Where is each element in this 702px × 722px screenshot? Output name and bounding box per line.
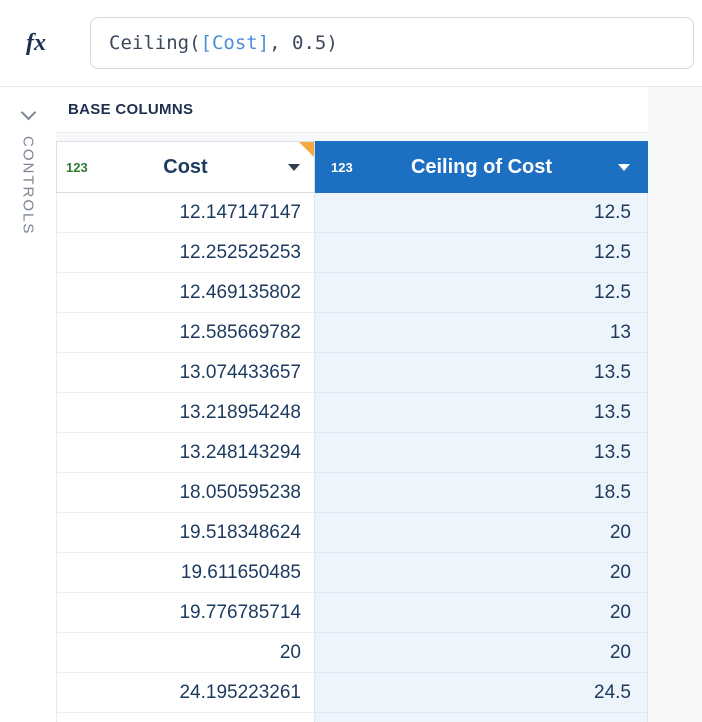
table-row: 13.074433657 13.5 xyxy=(56,353,648,393)
fx-icon: fx xyxy=(26,30,46,57)
cost-cell[interactable]: 12.147147147 xyxy=(56,193,315,233)
table-row: 20 20 xyxy=(56,633,648,673)
cost-cell[interactable]: 18.050595238 xyxy=(56,473,315,513)
table-row: 19.776785714 20 xyxy=(56,593,648,633)
column-label: Cost xyxy=(163,156,207,179)
spacer xyxy=(56,133,702,141)
cost-cell[interactable]: 12.252525253 xyxy=(56,233,315,273)
table-row: 18.050595238 18.5 xyxy=(56,473,648,513)
cost-cell[interactable]: 13.074433657 xyxy=(56,353,315,393)
ceiling-cell[interactable]: 12.5 xyxy=(315,193,648,233)
ceiling-cell[interactable]: 24.5 xyxy=(315,673,648,713)
formula-field-reference: [Cost] xyxy=(201,32,270,54)
formula-text-suffix: , 0.5) xyxy=(269,32,338,54)
column-label: Ceiling of Cost xyxy=(411,156,552,179)
column-menu-caret-icon[interactable] xyxy=(618,164,630,171)
cost-cell[interactable]: 24.195223261 xyxy=(56,673,315,713)
ceiling-cell[interactable]: 13.5 xyxy=(315,433,648,473)
formula-text-prefix: Ceiling( xyxy=(109,32,201,54)
cost-cell[interactable]: 13.218954248 xyxy=(56,393,315,433)
cost-cell[interactable]: 20 xyxy=(56,633,315,673)
controls-panel-label[interactable]: CONTROLS xyxy=(20,136,37,235)
cost-cell[interactable]: 12.469135802 xyxy=(56,273,315,313)
content-area: CONTROLS BASE COLUMNS 123 Cost 123 Ceili… xyxy=(0,87,702,722)
cost-cell[interactable]: 19.518348624 xyxy=(56,513,315,553)
number-type-icon: 123 xyxy=(331,160,353,175)
column-header-cost[interactable]: 123 Cost xyxy=(56,141,315,193)
table-row: 12.252525253 12.5 xyxy=(56,233,648,273)
ceiling-cell[interactable]: 20 xyxy=(315,513,648,553)
cost-cell[interactable]: 12.585669782 xyxy=(56,313,315,353)
table-header-row: 123 Cost 123 Ceiling of Cost xyxy=(56,141,648,193)
ceiling-cell[interactable]: 13.5 xyxy=(315,353,648,393)
number-type-icon: 123 xyxy=(66,160,88,175)
formula-input[interactable]: Ceiling( [Cost] , 0.5) xyxy=(90,17,694,69)
ceiling-cell[interactable]: 12.5 xyxy=(315,233,648,273)
table-row: 12.147147147 12.5 xyxy=(56,193,648,233)
table-row: 19.611650485 20 xyxy=(56,553,648,593)
cost-cell[interactable]: 13.248143294 xyxy=(56,433,315,473)
table-row: 12.585669782 13 xyxy=(56,313,648,353)
cost-cell[interactable]: 19.611650485 xyxy=(56,553,315,593)
ceiling-cell[interactable]: 20 xyxy=(315,633,648,673)
column-header-ceiling-of-cost[interactable]: 123 Ceiling of Cost xyxy=(315,141,648,193)
table-row: 24.195223261 24.5 xyxy=(56,673,648,713)
collapse-chevron-icon[interactable] xyxy=(20,105,36,121)
ceiling-cell[interactable]: 13 xyxy=(315,313,648,353)
table-row: 13.248143294 13.5 xyxy=(56,433,648,473)
section-title: BASE COLUMNS xyxy=(68,101,193,118)
table-row: 19.518348624 20 xyxy=(56,513,648,553)
partial-row xyxy=(56,713,648,722)
column-menu-caret-icon[interactable] xyxy=(288,164,300,171)
table-row: 13.218954248 13.5 xyxy=(56,393,648,433)
ceiling-cell[interactable]: 18.5 xyxy=(315,473,648,513)
section-header: BASE COLUMNS xyxy=(56,87,648,133)
ceiling-cell[interactable]: 20 xyxy=(315,553,648,593)
ceiling-cell[interactable]: 20 xyxy=(315,593,648,633)
table-body: 12.147147147 12.5 12.252525253 12.5 12.4… xyxy=(56,193,648,713)
controls-sidebar: CONTROLS xyxy=(0,87,56,722)
ceiling-cell[interactable]: 13.5 xyxy=(315,393,648,433)
selection-corner-marker xyxy=(299,142,314,157)
formula-bar: fx Ceiling( [Cost] , 0.5) xyxy=(0,0,702,87)
cost-cell[interactable]: 19.776785714 xyxy=(56,593,315,633)
ceiling-cell[interactable]: 12.5 xyxy=(315,273,648,313)
data-table: 123 Cost 123 Ceiling of Cost 12.14714714… xyxy=(56,141,648,722)
main-panel: BASE COLUMNS 123 Cost 123 Ceiling of Cos… xyxy=(56,87,702,722)
table-row: 12.469135802 12.5 xyxy=(56,273,648,313)
